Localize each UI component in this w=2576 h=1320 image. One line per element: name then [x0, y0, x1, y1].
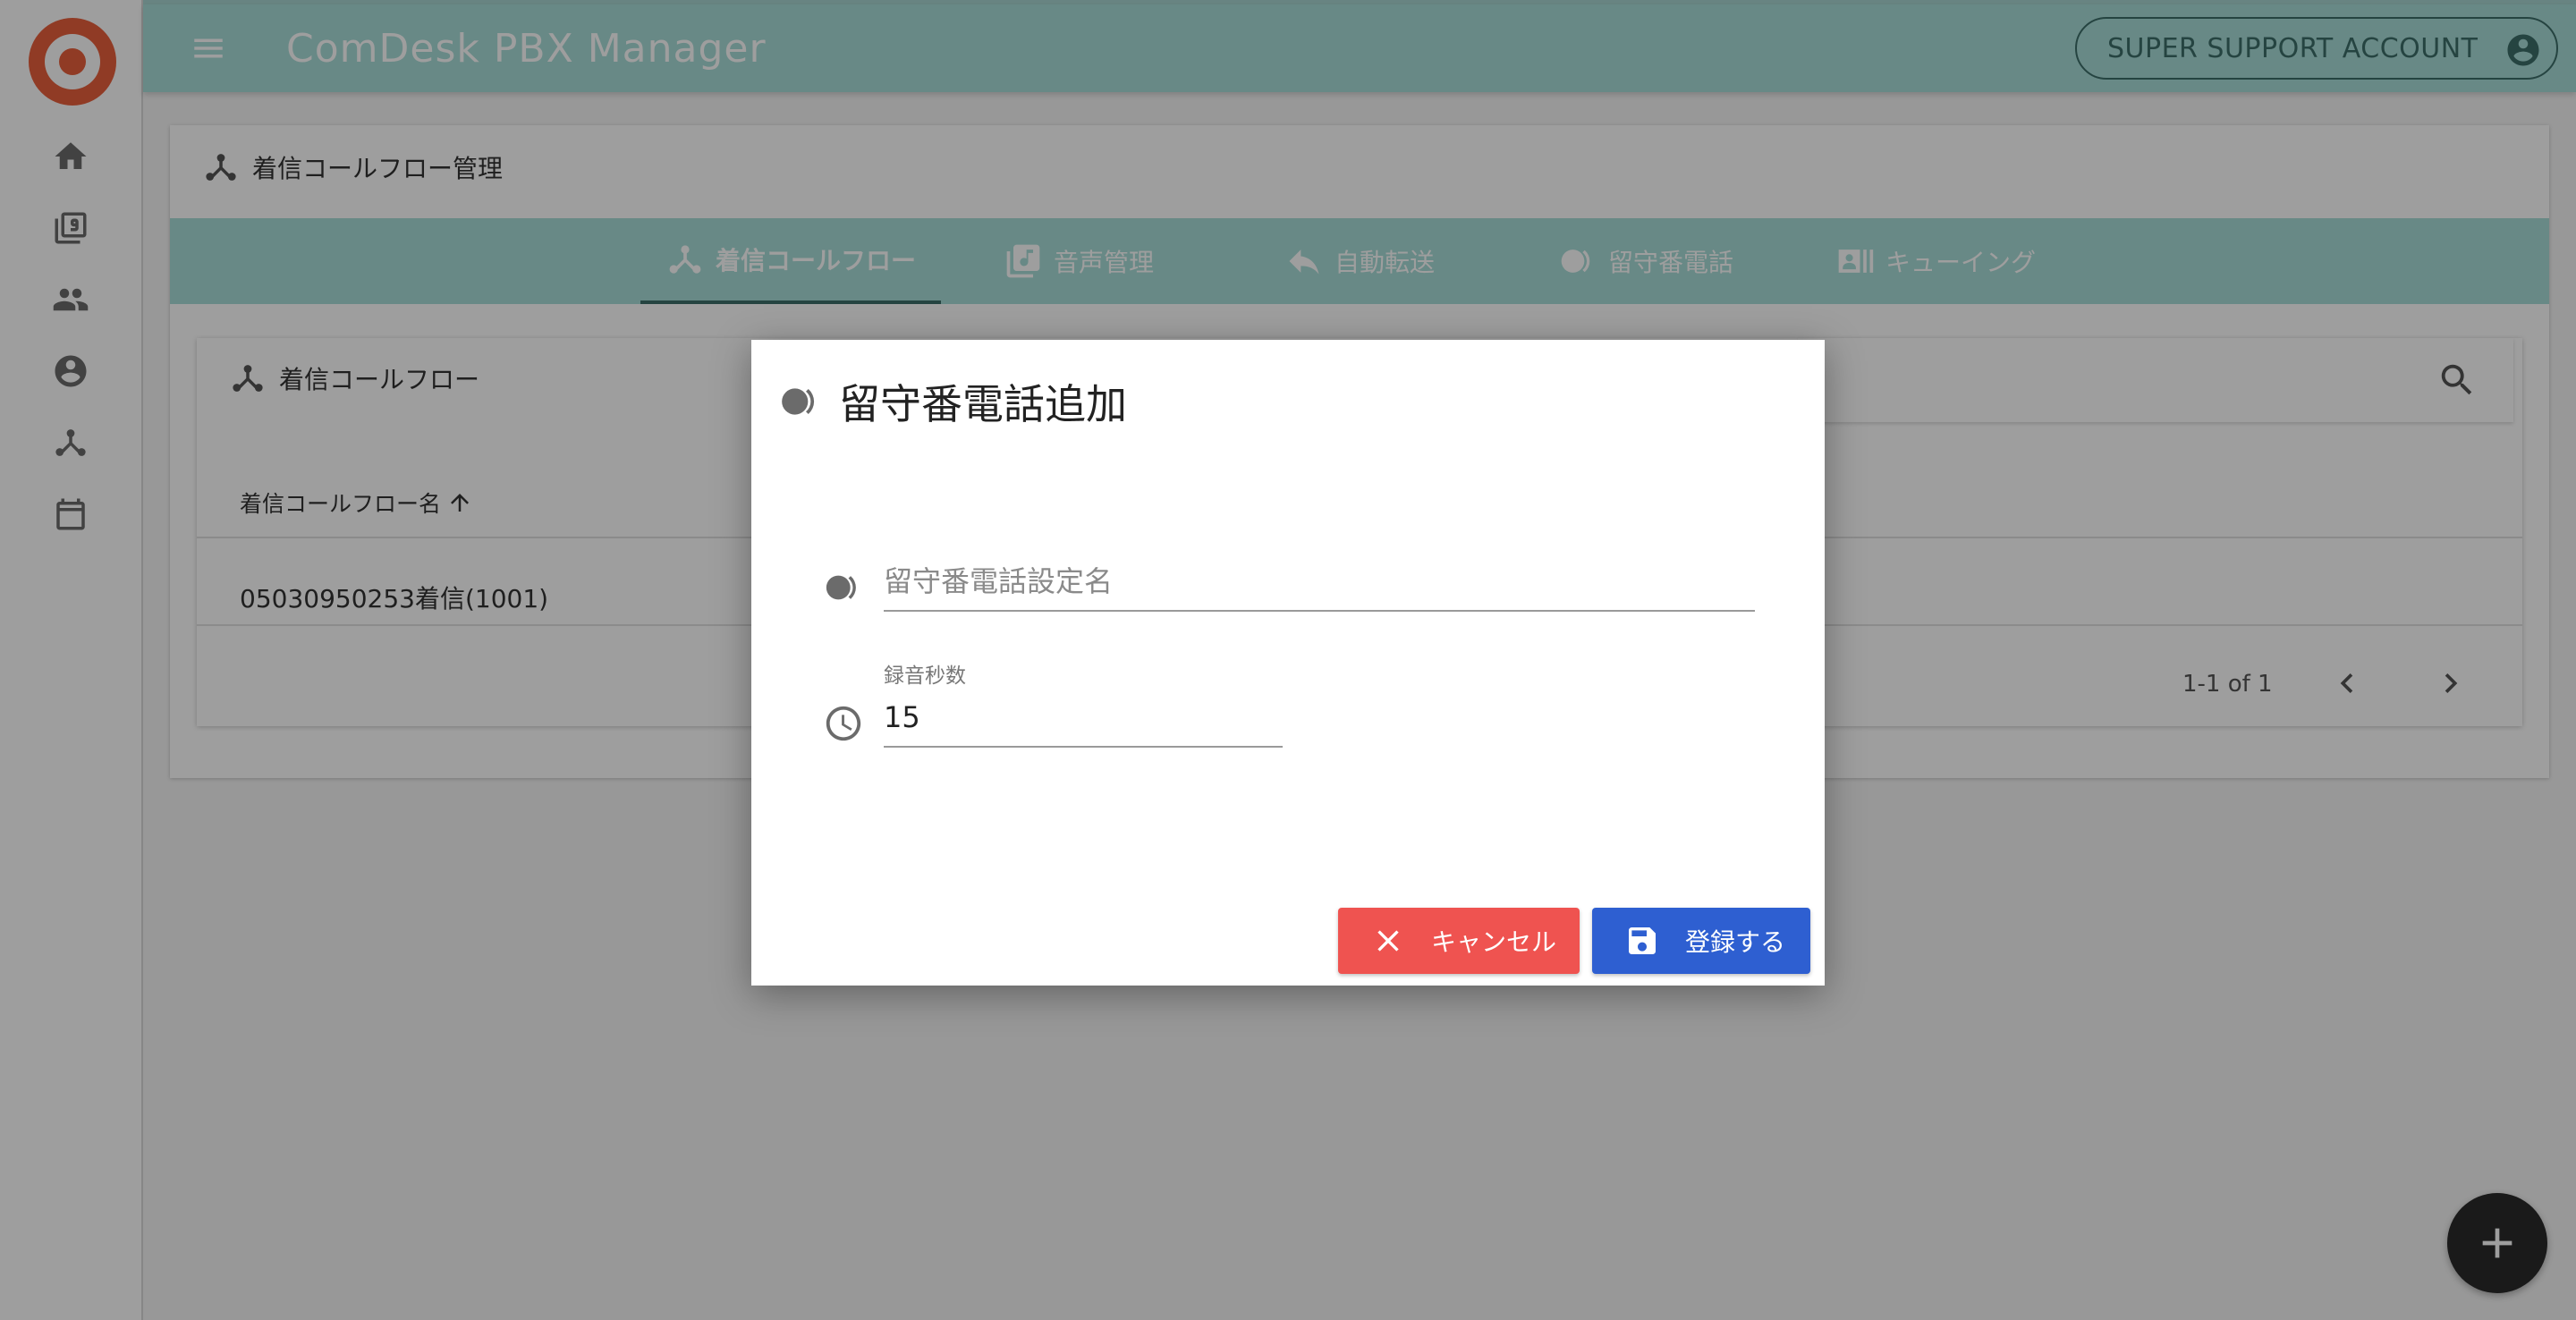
recording-seconds-label: 録音秒数	[884, 664, 966, 688]
add-voicemail-dialog: 留守番電話追加 録音秒数 キャンセル 登録する	[751, 340, 1825, 986]
save-icon	[1629, 927, 1656, 954]
dialog-title: 留守番電話追加	[839, 380, 1127, 428]
cancel-button[interactable]: キャンセル	[1338, 908, 1580, 974]
clock-icon	[823, 703, 868, 748]
voicemail-icon	[823, 567, 868, 612]
recording-seconds-input[interactable]	[884, 690, 1283, 744]
recording-seconds-row: 録音秒数	[823, 664, 1283, 748]
voicemail-name-input[interactable]	[884, 554, 1755, 608]
voicemail-name-field	[884, 554, 1755, 612]
dialog-header: 留守番電話追加	[778, 372, 1127, 431]
close-icon	[1377, 930, 1399, 952]
recording-seconds-field: 録音秒数	[884, 664, 1283, 748]
save-button[interactable]: 登録する	[1592, 908, 1810, 974]
voicemail-icon	[782, 388, 815, 415]
voicemail-name-row	[823, 554, 1755, 612]
